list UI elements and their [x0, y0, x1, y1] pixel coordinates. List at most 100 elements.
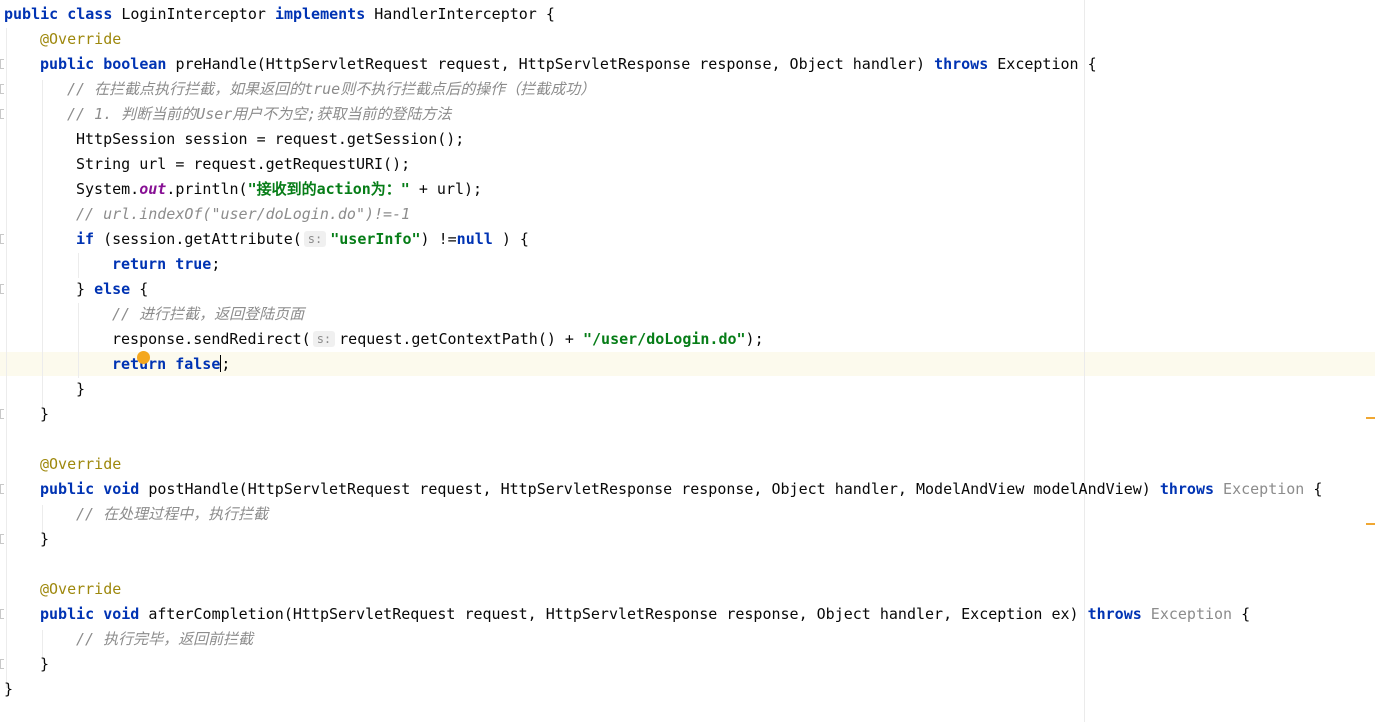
- code-text: }: [4, 680, 14, 698]
- code-text: Exception {: [988, 55, 1097, 73]
- fold-marker[interactable]: [0, 534, 4, 544]
- code-line[interactable]: } else {: [76, 277, 148, 302]
- code-text: }: [40, 530, 50, 548]
- code-text: HttpSession session = request.getSession…: [76, 130, 465, 148]
- code-line-current[interactable]: return false;: [112, 352, 230, 377]
- keyword: void: [103, 605, 140, 623]
- code-line[interactable]: // 执行完毕，返回前拦截: [76, 627, 253, 652]
- code-line[interactable]: String url = request.getRequestURI();: [76, 152, 410, 177]
- keyword: boolean: [103, 55, 167, 73]
- code-line[interactable]: System.out.println("接收到的action为：" + url)…: [76, 177, 482, 202]
- method-signature: afterCompletion(HttpServletRequest reque…: [139, 605, 1088, 623]
- code-line[interactable]: @Override: [40, 27, 121, 52]
- keyword: public: [40, 55, 95, 73]
- static-field: out: [139, 180, 167, 198]
- code-text: HandlerInterceptor {: [365, 5, 555, 23]
- keyword: class: [67, 5, 113, 23]
- unused-exception: Exception: [1214, 480, 1305, 498]
- warning-stripe-icon[interactable]: [1366, 523, 1375, 525]
- code-line[interactable]: return true;: [112, 252, 220, 277]
- code-text: }: [76, 280, 95, 298]
- keyword: public: [4, 5, 59, 23]
- code-text: ;: [211, 255, 221, 273]
- code-line[interactable]: // 在拦截点执行拦截，如果返回的true则不执行拦截点后的操作（拦截成功）: [67, 77, 595, 102]
- code-line[interactable]: // 在处理过程中，执行拦截: [76, 502, 268, 527]
- annotation: @Override: [40, 455, 122, 473]
- comment: // 1. 判断当前的User用户不为空;获取当前的登陆方法: [67, 105, 452, 123]
- code-text: System.: [76, 180, 140, 198]
- string-literal: "/user/doLogin.do": [582, 330, 746, 348]
- code-text: request.getContextPath() +: [339, 330, 583, 348]
- fold-marker[interactable]: [0, 59, 4, 69]
- code-text: {: [130, 280, 149, 298]
- fold-marker[interactable]: [0, 109, 4, 119]
- code-text: );: [745, 330, 764, 348]
- code-editor[interactable]: public class LoginInterceptor implements…: [0, 0, 1375, 722]
- code-text: {: [1232, 605, 1251, 623]
- keyword: null: [456, 230, 493, 248]
- code-line[interactable]: }: [40, 402, 49, 427]
- class-name: LoginInterceptor: [112, 5, 275, 23]
- comment: // url.indexOf("user/doLogin.do")!=-1: [76, 205, 411, 223]
- warning-stripe-icon[interactable]: [1366, 417, 1375, 419]
- code-line[interactable]: @Override: [40, 577, 121, 602]
- keyword: else: [94, 280, 131, 298]
- code-text: (session.getAttribute(: [94, 230, 302, 248]
- code-line[interactable]: public class LoginInterceptor implements…: [4, 2, 555, 27]
- intention-bulb-icon[interactable]: [137, 351, 150, 364]
- keyword: public: [40, 480, 95, 498]
- comment: // 执行完毕，返回前拦截: [76, 630, 254, 648]
- parameter-hint: s:: [303, 231, 327, 247]
- indent-guide: [42, 80, 43, 410]
- code-line[interactable]: if (session.getAttribute(s: "userInfo") !…: [76, 227, 529, 252]
- string-literal: "接收到的action为：": [247, 180, 410, 198]
- method-signature: postHandle(HttpServletRequest request, H…: [139, 480, 1160, 498]
- code-line[interactable]: // 进行拦截，返回登陆页面: [112, 302, 304, 327]
- fold-marker[interactable]: [0, 609, 4, 619]
- code-line[interactable]: public void postHandle(HttpServletReques…: [40, 477, 1322, 502]
- fold-marker[interactable]: [0, 284, 4, 294]
- keyword: throws: [1087, 605, 1142, 623]
- fold-marker[interactable]: [0, 234, 4, 244]
- code-line[interactable]: response.sendRedirect(s: request.getConte…: [112, 327, 764, 352]
- code-line[interactable]: // 1. 判断当前的User用户不为空;获取当前的登陆方法: [67, 102, 451, 127]
- code-text: response.sendRedirect(: [112, 330, 311, 348]
- comment: // 进行拦截，返回登陆页面: [112, 305, 305, 323]
- code-line[interactable]: HttpSession session = request.getSession…: [76, 127, 464, 152]
- parameter-hint: s:: [312, 331, 336, 347]
- indent-guide: [78, 303, 79, 378]
- fold-marker[interactable]: [0, 484, 4, 494]
- code-text: ) {: [492, 230, 529, 248]
- keyword: implements: [274, 5, 366, 23]
- fold-marker[interactable]: [0, 84, 4, 94]
- annotation: @Override: [40, 580, 122, 598]
- code-line[interactable]: }: [40, 527, 49, 552]
- keyword: false: [175, 355, 221, 373]
- code-text: + url);: [409, 180, 483, 198]
- code-line[interactable]: }: [76, 377, 85, 402]
- code-line[interactable]: }: [4, 677, 13, 702]
- keyword: return: [112, 255, 167, 273]
- code-text: }: [40, 405, 50, 423]
- code-text: .println(: [166, 180, 248, 198]
- annotation: @Override: [40, 30, 122, 48]
- code-text: }: [76, 380, 86, 398]
- fold-marker[interactable]: [0, 659, 4, 669]
- code-text: String url = request.getRequestURI();: [76, 155, 411, 173]
- method-signature: preHandle(HttpServletRequest request, Ht…: [166, 55, 935, 73]
- code-line[interactable]: public boolean preHandle(HttpServletRequ…: [40, 52, 1097, 77]
- unused-exception: Exception: [1141, 605, 1233, 623]
- comment: // 在处理过程中，执行拦截: [76, 505, 269, 523]
- code-line[interactable]: // url.indexOf("user/doLogin.do")!=-1: [76, 202, 410, 227]
- code-line[interactable]: public void afterCompletion(HttpServletR…: [40, 602, 1250, 627]
- string-literal: "userInfo": [330, 230, 421, 248]
- keyword: throws: [1159, 480, 1215, 498]
- code-text: }: [40, 655, 50, 673]
- keyword: throws: [934, 55, 989, 73]
- code-line[interactable]: @Override: [40, 452, 121, 477]
- fold-marker[interactable]: [0, 409, 4, 419]
- indent-guide: [6, 28, 7, 688]
- code-text: {: [1304, 480, 1323, 498]
- code-line[interactable]: }: [40, 652, 49, 677]
- comment: // 在拦截点执行拦截，如果返回的true则不执行拦截点后的操作（拦截成功）: [67, 80, 596, 98]
